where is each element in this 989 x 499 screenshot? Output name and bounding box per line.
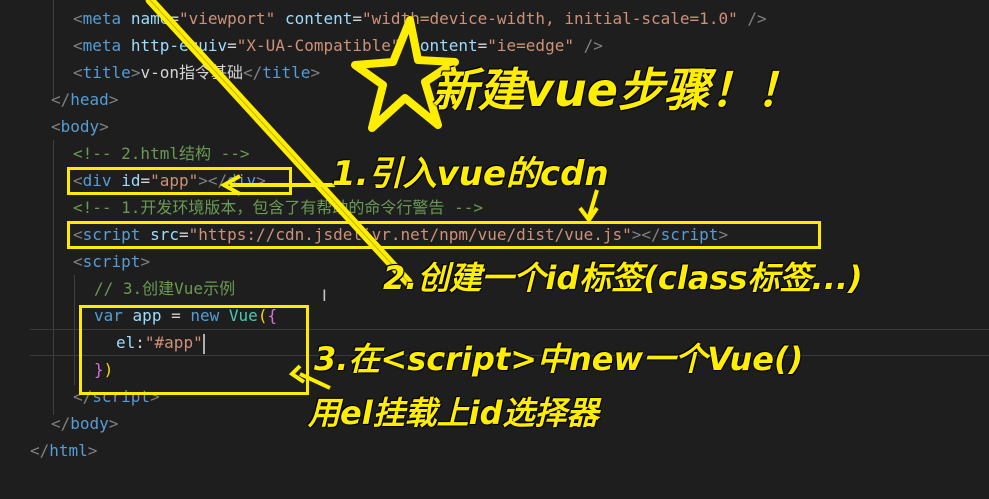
code-line-17: </html> (30, 441, 98, 460)
annotation-step3-line1: 3.在<script>中new一个Vue() (314, 340, 804, 378)
highlight-box-script-src (67, 221, 821, 249)
indent-guide (74, 275, 75, 385)
highlight-box-div (67, 167, 292, 195)
annotation-step1: 1.引入vue的cdn (332, 154, 609, 194)
code-line-10: <script> (73, 252, 151, 271)
annotation-step2: 2.创建一个id标签(class标签...) (383, 259, 863, 297)
highlight-box-vue-instance (79, 305, 309, 395)
indent-guide (53, 140, 54, 415)
annotation-step3-line2: 用el挂载上id选择器 (308, 394, 599, 432)
code-line-16: </body> (51, 414, 119, 433)
code-line-4: </head> (51, 90, 119, 109)
code-line-5: <body> (51, 117, 109, 136)
code-line-11: // 3.创建Vue示例 (94, 279, 236, 298)
indent-guide (53, 0, 54, 100)
code-line-8: <!-- 1.开发环境版本，包含了有帮助的命令行警告 --> (73, 198, 483, 217)
code-line-3: <title>v-on指令基础</title> (73, 63, 321, 82)
ibeam-cursor-icon: I (322, 286, 327, 305)
annotation-title: 新建vue步骤！！ (432, 63, 802, 117)
code-line-6: <!-- 2.html结构 --> (73, 144, 250, 163)
code-line-1: <meta name="viewport" content="width=dev… (73, 9, 767, 28)
